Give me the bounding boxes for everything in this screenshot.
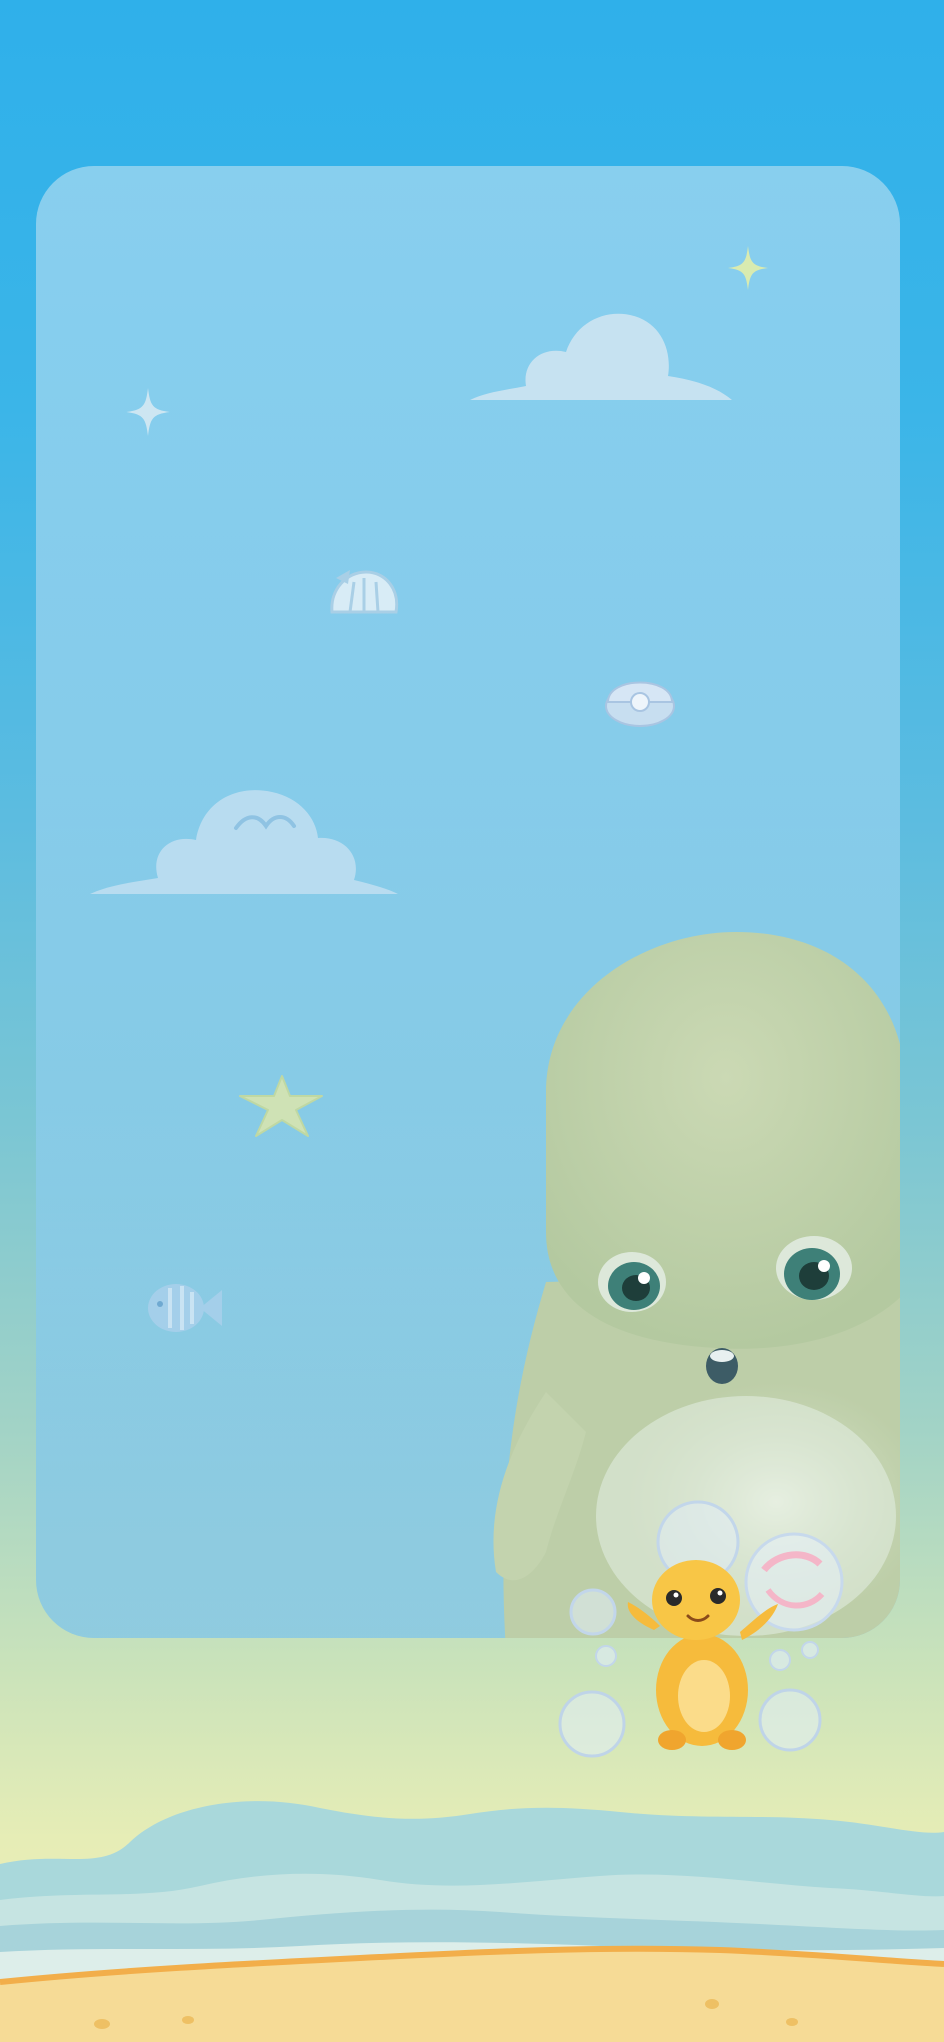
bubble-icon — [558, 1690, 626, 1758]
sparkle-icon — [728, 246, 768, 290]
bubble-icon — [801, 1641, 819, 1659]
cloud-icon — [90, 790, 398, 894]
bubble-icon — [769, 1649, 791, 1671]
pearl-shell-icon — [605, 681, 675, 727]
fish-icon — [148, 1284, 222, 1332]
bubble-icon — [569, 1588, 617, 1636]
sparkle-icon — [126, 388, 170, 436]
frosted-panel — [36, 166, 900, 1638]
shell-icon — [330, 570, 399, 614]
cloud-icon — [470, 313, 732, 400]
bubble-icon — [595, 1645, 617, 1667]
starfish-icon — [239, 1075, 323, 1137]
bubble-icon — [758, 1688, 822, 1752]
yellow-dino-character — [558, 1500, 844, 1758]
sand-beach — [0, 1945, 944, 2042]
